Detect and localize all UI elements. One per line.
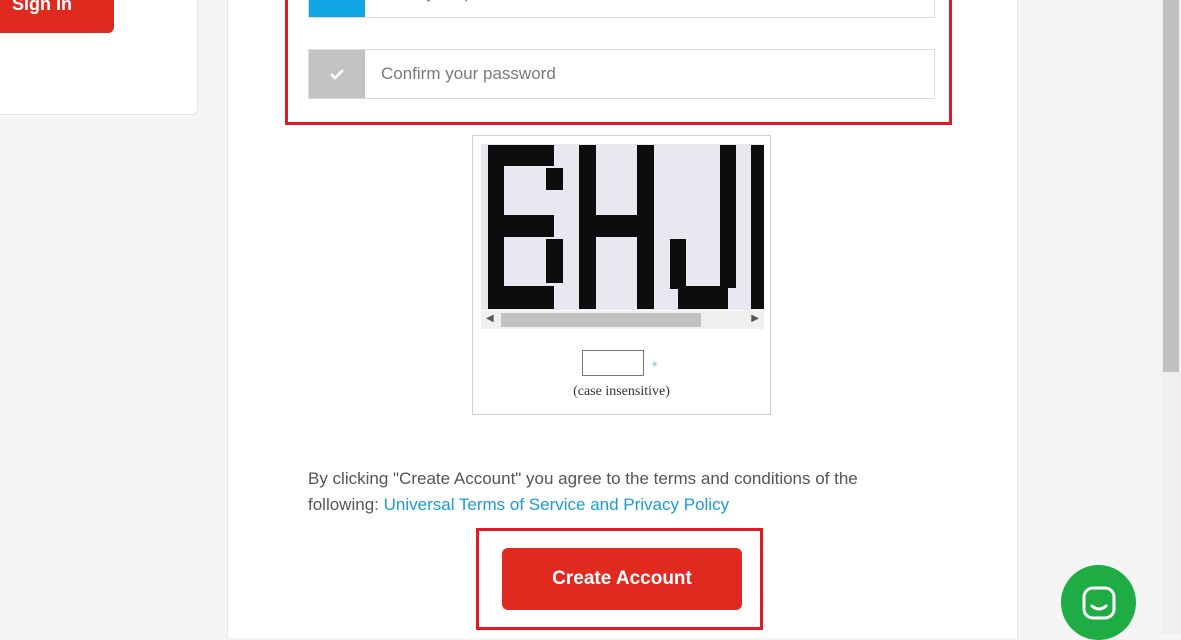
page-scrollbar[interactable] — [1161, 0, 1181, 634]
page-scrollbar-thumb[interactable] — [1163, 0, 1179, 372]
captcha-container: ◀ ▶ * (case insensitive) — [472, 135, 771, 415]
create-account-button[interactable]: Create Account — [502, 548, 742, 610]
captcha-image — [481, 144, 764, 310]
terms-text: By clicking "Create Account" you agree t… — [308, 466, 908, 518]
password-fields-highlight — [285, 0, 952, 125]
sign-in-button[interactable]: Sign In — [0, 0, 114, 33]
captcha-input[interactable] — [582, 350, 644, 376]
case-insensitive-note: (case insensitive) — [573, 384, 670, 399]
chat-widget-button[interactable] — [1061, 565, 1136, 640]
required-marker: * — [652, 358, 658, 374]
captcha-scroll-thumb[interactable] — [501, 313, 701, 327]
chat-icon — [1082, 586, 1115, 619]
scroll-left-icon[interactable]: ◀ — [486, 313, 494, 324]
terms-link[interactable]: Universal Terms of Service and Privacy P… — [384, 495, 729, 514]
scroll-right-icon[interactable]: ▶ — [751, 313, 759, 324]
captcha-scrollbar[interactable]: ◀ ▶ — [481, 311, 764, 329]
